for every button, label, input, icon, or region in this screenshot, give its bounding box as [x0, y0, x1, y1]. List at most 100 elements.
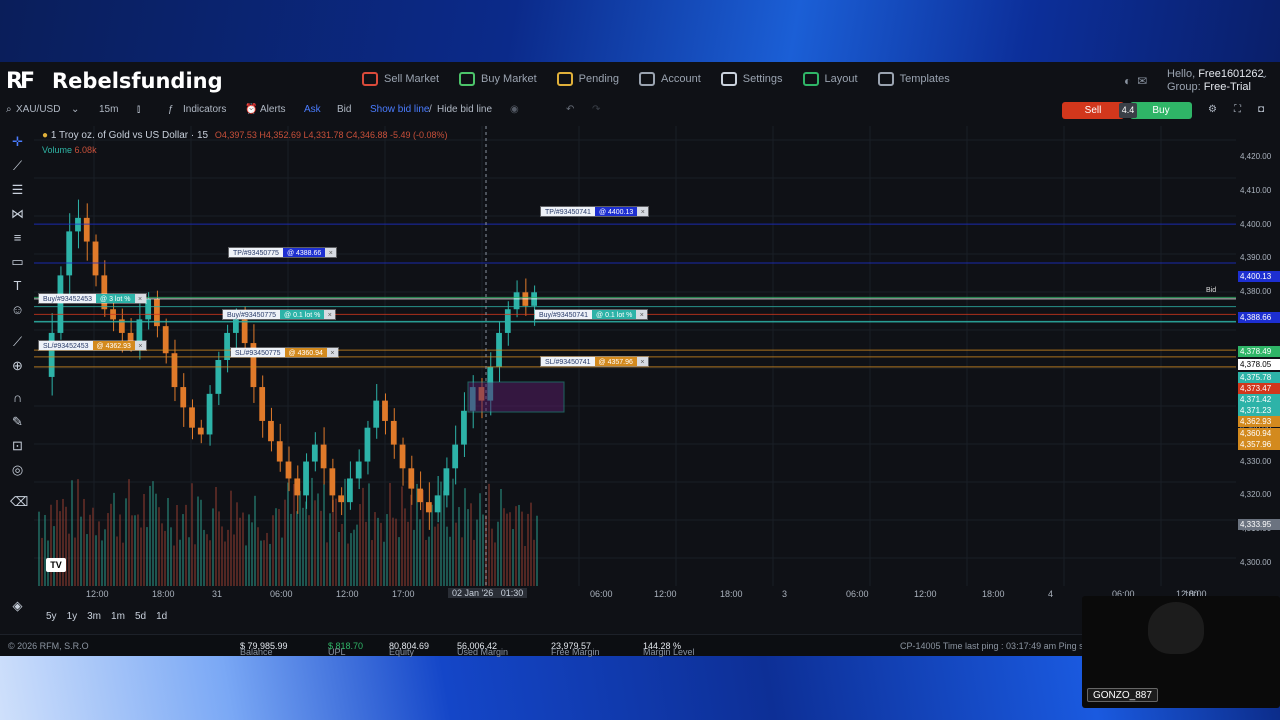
candle-body	[311, 444, 318, 462]
order-tag[interactable]: SL/#93452453 @ 4362.93 ×	[38, 340, 147, 351]
order-tag[interactable]: Buy/#93450741 @ 0.1 lot % ×	[534, 309, 649, 320]
alerts-button[interactable]: Alerts	[260, 104, 286, 115]
trend-line-icon[interactable]: ⟋	[10, 158, 25, 173]
visibility-icon[interactable]: ◎	[10, 462, 25, 477]
pencil-lock-icon[interactable]: ✎	[10, 414, 25, 429]
close-icon[interactable]: ×	[324, 310, 336, 319]
theme-toggle-icon[interactable]: ◐	[1124, 74, 1131, 88]
time-tick: 18:00	[982, 589, 1005, 599]
price-tick: 4,380.00	[1240, 287, 1272, 297]
volume-bar	[410, 494, 412, 586]
range-5y[interactable]: 5y	[46, 611, 57, 622]
range-1y[interactable]: 1y	[67, 611, 78, 622]
order-tag[interactable]: SL/#93450775 @ 4360.94 ×	[230, 347, 339, 358]
eye-icon[interactable]: ◉	[510, 104, 519, 115]
price-tick: 4,410.00	[1240, 185, 1272, 195]
candle-body	[461, 410, 467, 445]
volume-legend: Volume 6.08k	[42, 145, 97, 155]
order-tag[interactable]: Buy/#93452453 @ 3 lot % ×	[38, 293, 147, 304]
nav-account[interactable]: Account	[639, 72, 701, 86]
background-top	[0, 0, 1280, 62]
order-tag[interactable]: TP/#93450775 @ 4388.66 ×	[228, 247, 338, 258]
volume-bar	[254, 495, 256, 586]
order-tag[interactable]: TP/#93450741 @ 4400.13 ×	[540, 206, 650, 217]
channel-icon[interactable]: ≡	[10, 230, 25, 245]
show-bid-line-button[interactable]: Show bid line	[370, 104, 429, 115]
search-icon[interactable]: ⌕	[6, 104, 12, 115]
sell-button[interactable]: Sell	[1062, 102, 1124, 119]
ruler-icon[interactable]: ⟋	[10, 334, 25, 349]
candle-body	[276, 441, 283, 462]
close-icon[interactable]: ×	[134, 294, 146, 303]
templates-icon	[877, 72, 894, 86]
nav-templates[interactable]: Templates	[877, 72, 950, 86]
settings-gear-icon[interactable]: ⚙	[1208, 104, 1217, 115]
price-tick: 4,420.00	[1240, 151, 1272, 161]
volume-bar	[494, 542, 496, 586]
user-info[interactable]: Hello, Free1601262 Group: Free-Trial	[1167, 68, 1264, 94]
price-chart[interactable]: ● 1 Troy oz. of Gold vs US Dollar · 15 O…	[34, 126, 1280, 622]
order-id: SL/#93450775	[231, 348, 285, 357]
price-scale[interactable]: 4,420.00 4,410.00 4,400.00 4,390.00 4,380.00…	[1236, 126, 1280, 622]
nav-buy-market[interactable]: Buy Market	[459, 72, 537, 86]
nav-layout[interactable]: Layout	[802, 72, 858, 86]
redo-icon[interactable]: ↷	[592, 104, 600, 115]
lock-icon[interactable]: ⊡	[10, 438, 25, 453]
crosshair-icon[interactable]: ✛	[10, 134, 25, 149]
camera-icon[interactable]: ◘	[1258, 104, 1264, 115]
text-icon[interactable]: T	[10, 278, 25, 293]
close-icon[interactable]: ×	[326, 348, 338, 357]
volume-bar	[179, 539, 181, 586]
symbol-selector[interactable]: XAU/USD	[16, 104, 60, 115]
order-id: SL/#93450741	[541, 357, 595, 366]
layers-icon[interactable]: ◈	[10, 598, 25, 613]
price-line-label: 4,378.05	[1238, 359, 1280, 370]
candle-type-icon[interactable]: ⫾	[137, 104, 140, 115]
bid-button[interactable]: Bid	[337, 104, 351, 115]
range-5d[interactable]: 5d	[135, 611, 146, 622]
volume-bar	[332, 499, 334, 586]
undo-icon[interactable]: ↶	[566, 104, 574, 115]
candle-body	[338, 495, 345, 503]
nav-sell-market[interactable]: Sell Market	[362, 72, 439, 86]
magnet-icon[interactable]: ∩	[10, 390, 25, 405]
trash-icon[interactable]: ⌫	[10, 494, 28, 509]
pattern-icon[interactable]: ⋈	[10, 206, 25, 221]
buy-button[interactable]: Buy	[1130, 102, 1192, 119]
candle-body	[355, 461, 362, 479]
emoji-icon[interactable]: ☺	[10, 302, 25, 317]
order-tag[interactable]: Buy/#93450775 @ 0.1 lot % ×	[222, 309, 337, 320]
chevron-down-icon[interactable]: ⌄	[71, 104, 79, 115]
zoom-icon[interactable]: ⊕	[10, 358, 25, 373]
range-1d[interactable]: 1d	[156, 611, 167, 622]
close-icon[interactable]: ×	[636, 357, 648, 366]
close-icon[interactable]: ×	[637, 207, 649, 216]
close-icon[interactable]: ×	[325, 248, 337, 257]
range-3m[interactable]: 3m	[87, 611, 101, 622]
close-icon[interactable]: ×	[134, 341, 146, 350]
chevron-down-icon[interactable]: ⌄	[1260, 70, 1268, 81]
time-axis[interactable]: 12:00 18:00 31 06:00 12:00 17:00 06:00 12:00 18:…	[34, 589, 1236, 603]
volume-bar	[365, 521, 367, 586]
candle-body	[162, 326, 169, 354]
fullscreen-icon[interactable]: ⛶	[1234, 104, 1241, 115]
nav-settings[interactable]: Settings	[720, 72, 783, 86]
close-icon[interactable]: ×	[636, 310, 648, 319]
hide-bid-line-button[interactable]: Hide bid line	[437, 104, 492, 115]
volume-bar	[530, 502, 532, 586]
price-line-label: 4,400.13	[1238, 271, 1280, 282]
spread-badge: 4.4	[1119, 103, 1137, 118]
timeframe-selector[interactable]: 15m	[99, 104, 118, 115]
shape-icon[interactable]: ▭	[10, 254, 25, 269]
chart-canvas[interactable]	[34, 126, 1236, 622]
trading-app: RF Rebelsfunding Sell Market Buy Market Pe…	[0, 62, 1280, 657]
range-1m[interactable]: 1m	[111, 611, 125, 622]
mail-icon[interactable]: ✉	[1137, 74, 1147, 88]
tradingview-icon[interactable]: TV	[46, 558, 66, 572]
order-tag[interactable]: SL/#93450741 @ 4357.96 ×	[540, 356, 649, 367]
volume-bar	[353, 529, 355, 586]
indicators-button[interactable]: Indicators	[183, 104, 226, 115]
fib-icon[interactable]: ☰	[10, 182, 25, 197]
nav-pending[interactable]: Pending	[556, 72, 619, 86]
ask-button[interactable]: Ask	[304, 104, 321, 115]
